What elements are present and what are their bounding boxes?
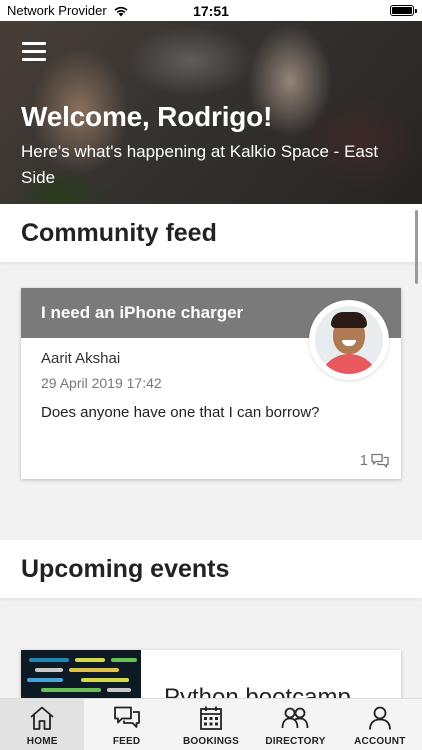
tab-directory[interactable]: DIRECTORY <box>253 699 337 750</box>
event-card[interactable]: Python bootcamp <box>21 650 401 698</box>
tab-bookings[interactable]: BOOKINGS <box>169 699 253 750</box>
welcome-subtitle: Here's what's happening at Kalkio Space … <box>21 142 379 187</box>
chat-icon <box>113 706 140 728</box>
post-date: 29 April 2019 17:42 <box>41 375 162 391</box>
tab-feed-label: FEED <box>112 736 141 747</box>
upcoming-events-heading: Upcoming events <box>21 554 230 583</box>
post-author: Aarit Akshai <box>41 350 121 367</box>
user-icon <box>368 706 391 730</box>
tab-feed[interactable]: FEED <box>84 699 168 750</box>
comments-icon <box>371 453 389 468</box>
community-feed-header: Community feed <box>0 204 422 262</box>
scrollbar[interactable] <box>415 210 418 284</box>
comment-count: 1 <box>359 452 368 469</box>
home-scroll-content[interactable]: Community feed I need an iPhone charger … <box>0 204 422 698</box>
tab-bookings-label: BOOKINGS <box>182 736 240 747</box>
hamburger-icon[interactable] <box>22 42 46 61</box>
carrier-label: Network Provider <box>7 3 107 18</box>
hero-banner: Welcome, Rodrigo! Here's what's happenin… <box>0 21 422 204</box>
post-body: Does anyone have one that I can borrow? <box>41 404 320 421</box>
avatar-photo <box>315 306 383 374</box>
home-icon <box>30 706 54 730</box>
status-left: Network Provider <box>0 3 160 18</box>
status-bar: Network Provider 17:51 <box>0 0 422 21</box>
tab-home[interactable]: HOME <box>0 699 85 750</box>
wifi-icon <box>114 6 128 16</box>
comments-button[interactable]: 1 <box>360 452 389 469</box>
tab-account[interactable]: ACCOUNT <box>338 699 422 750</box>
tab-bar: HOME FEED BOOKINGS DIRECTORY ACCOUNT <box>0 698 422 750</box>
post-title: I need an iPhone charger <box>41 303 244 322</box>
battery-level <box>392 7 412 14</box>
battery-icon <box>390 5 417 16</box>
tab-home-label: HOME <box>26 736 58 747</box>
tab-directory-label: DIRECTORY <box>265 736 326 747</box>
welcome-title: Welcome, Rodrigo! <box>21 101 273 132</box>
event-thumbnail <box>21 650 141 698</box>
event-title: Python bootcamp <box>164 684 351 698</box>
calendar-icon <box>200 706 222 730</box>
community-feed-heading: Community feed <box>21 218 217 247</box>
upcoming-events-header: Upcoming events <box>0 540 422 598</box>
author-avatar[interactable] <box>309 300 389 380</box>
tab-account-label: ACCOUNT <box>354 736 406 747</box>
people-icon <box>282 707 309 729</box>
feed-post-card[interactable]: I need an iPhone charger Aarit Akshai 29… <box>21 288 401 479</box>
